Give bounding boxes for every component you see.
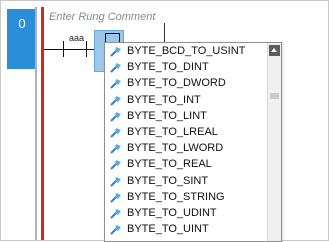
instruction-list: BYTE_BCD_TO_USINT BYTE_TO_DINT BYTE_TO_D… xyxy=(105,43,267,237)
list-item-label: BYTE_TO_SINT xyxy=(127,174,209,187)
function-block-icon xyxy=(110,160,121,171)
list-item[interactable]: BYTE_TO_INT xyxy=(105,92,267,108)
contact-right-bar xyxy=(86,41,87,57)
list-item-label: BYTE_TO_REAL xyxy=(127,158,212,171)
list-item[interactable]: BYTE_TO_LWORD xyxy=(105,140,267,156)
list-item[interactable]: BYTE_TO_LINT xyxy=(105,108,267,124)
list-item-label: BYTE_TO_UINT xyxy=(127,223,209,236)
list-item-label: BYTE_TO_UDINT xyxy=(127,206,217,219)
list-item-label: BYTE_TO_LINT xyxy=(127,109,207,122)
function-block-icon xyxy=(110,47,121,57)
left-power-rail xyxy=(41,7,44,240)
list-item-label: BYTE_TO_LREAL xyxy=(127,125,218,138)
function-block-icon xyxy=(110,192,121,203)
function-block-icon xyxy=(110,225,121,235)
rung-separator xyxy=(35,7,37,240)
function-block-icon xyxy=(110,95,121,106)
list-item[interactable]: BYTE_TO_UINT xyxy=(105,221,267,237)
contact-left-bar xyxy=(63,41,64,57)
function-block-icon xyxy=(110,144,121,154)
list-item-label: BYTE_TO_INT xyxy=(127,93,201,106)
list-item[interactable]: BYTE_TO_DWORD xyxy=(105,75,267,91)
function-block-icon xyxy=(110,63,121,73)
list-item[interactable]: BYTE_TO_LREAL xyxy=(105,124,267,140)
list-item[interactable]: BYTE_TO_STRING xyxy=(105,189,267,205)
list-item-label: BYTE_TO_DINT xyxy=(127,61,209,74)
list-item[interactable]: BYTE_TO_DINT xyxy=(105,59,267,75)
function-block-icon xyxy=(110,176,121,187)
rung-number[interactable]: 0 xyxy=(7,9,37,69)
scroll-thumb[interactable] xyxy=(270,93,279,99)
list-item-label: BYTE_TO_DWORD xyxy=(127,77,226,90)
list-item[interactable]: BYTE_BCD_TO_USINT xyxy=(105,43,267,59)
list-item[interactable]: BYTE_TO_UDINT xyxy=(105,205,267,221)
function-block-icon xyxy=(110,127,121,138)
instruction-autocomplete-dropdown[interactable]: BYTE_BCD_TO_USINT BYTE_TO_DINT BYTE_TO_D… xyxy=(104,42,282,242)
list-item[interactable]: BYTE_TO_REAL xyxy=(105,156,267,172)
list-item[interactable]: BYTE_TO_SINT xyxy=(105,173,267,189)
function-block-icon xyxy=(110,208,121,219)
function-block-icon xyxy=(110,79,121,90)
list-item-label: BYTE_TO_STRING xyxy=(127,190,225,203)
list-item-label: BYTE_BCD_TO_USINT xyxy=(127,45,246,57)
contact-label[interactable]: aaa xyxy=(69,33,84,43)
scroll-up-arrow-icon[interactable] xyxy=(269,45,280,56)
rung-comment[interactable]: Enter Rung Comment xyxy=(49,11,155,23)
function-block-icon xyxy=(110,111,121,122)
list-item-label: BYTE_TO_LWORD xyxy=(127,142,224,155)
dropdown-scrollbar[interactable] xyxy=(267,43,281,241)
ladder-editor: 0 Enter Rung Comment aaa BYTE_BCD_TO_USI… xyxy=(0,0,329,242)
